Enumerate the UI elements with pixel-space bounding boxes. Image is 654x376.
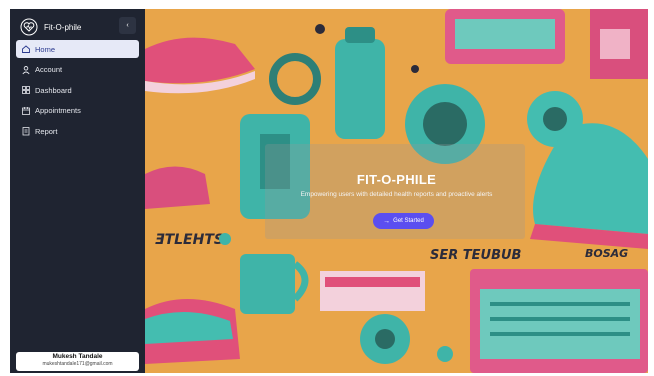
sidebar-item-label: Report <box>35 126 58 136</box>
dashboard-icon <box>21 85 31 95</box>
home-icon <box>21 44 31 54</box>
sidebar-item-dashboard[interactable]: Dashboard <box>16 81 139 99</box>
report-icon <box>21 126 31 136</box>
user-email: mukeshtandale171@gmail.com <box>42 361 113 367</box>
app-window: Fit-O-phile ‹ Home Account Dashboard App… <box>10 9 648 373</box>
collapse-sidebar-button[interactable]: ‹ <box>119 17 136 34</box>
sidebar-item-report[interactable]: Report <box>16 122 139 140</box>
user-name: Mukesh Tandale <box>52 353 103 360</box>
sidebar-nav: Home Account Dashboard Appointments Repo… <box>16 40 139 143</box>
sidebar-item-account[interactable]: Account <box>16 61 139 79</box>
sidebar-item-home[interactable]: Home <box>16 40 139 58</box>
svg-text:BOSAG: BOSAG <box>585 247 628 260</box>
sidebar-item-label: Home <box>35 44 56 54</box>
sidebar-item-label: Account <box>35 65 63 74</box>
sidebar-item-appointments[interactable]: Appointments <box>16 102 139 120</box>
app-title: Fit-O-phile <box>44 22 82 32</box>
get-started-label: Get Started <box>393 218 424 224</box>
user-profile-card[interactable]: Mukesh Tandale mukeshtandale171@gmail.co… <box>16 352 139 371</box>
sidebar: Fit-O-phile ‹ Home Account Dashboard App… <box>10 9 145 373</box>
heart-logo-icon <box>20 18 38 36</box>
svg-text:SER TEUBUB: SER TEUBUB <box>430 248 522 263</box>
sidebar-item-label: Dashboard <box>35 85 72 95</box>
hero-title: FIT-O-PHILE <box>356 172 437 187</box>
sidebar-item-label: Appointments <box>35 106 81 115</box>
appointments-icon <box>21 106 31 116</box>
get-started-button[interactable]: → Get Started <box>373 213 434 229</box>
user-icon <box>21 65 31 75</box>
hero-subtitle: Empowering users with detailed health re… <box>300 191 493 198</box>
chevron-left-icon: ‹ <box>126 22 129 29</box>
svg-text:ƎTLEHTS: ƎTLEHTS <box>155 232 224 248</box>
arrow-right-icon: → <box>383 217 391 225</box>
hero-section: ƎTLEHTS SER TEUBUB BOSAG FIT-O-PHILE Emp… <box>145 9 648 373</box>
